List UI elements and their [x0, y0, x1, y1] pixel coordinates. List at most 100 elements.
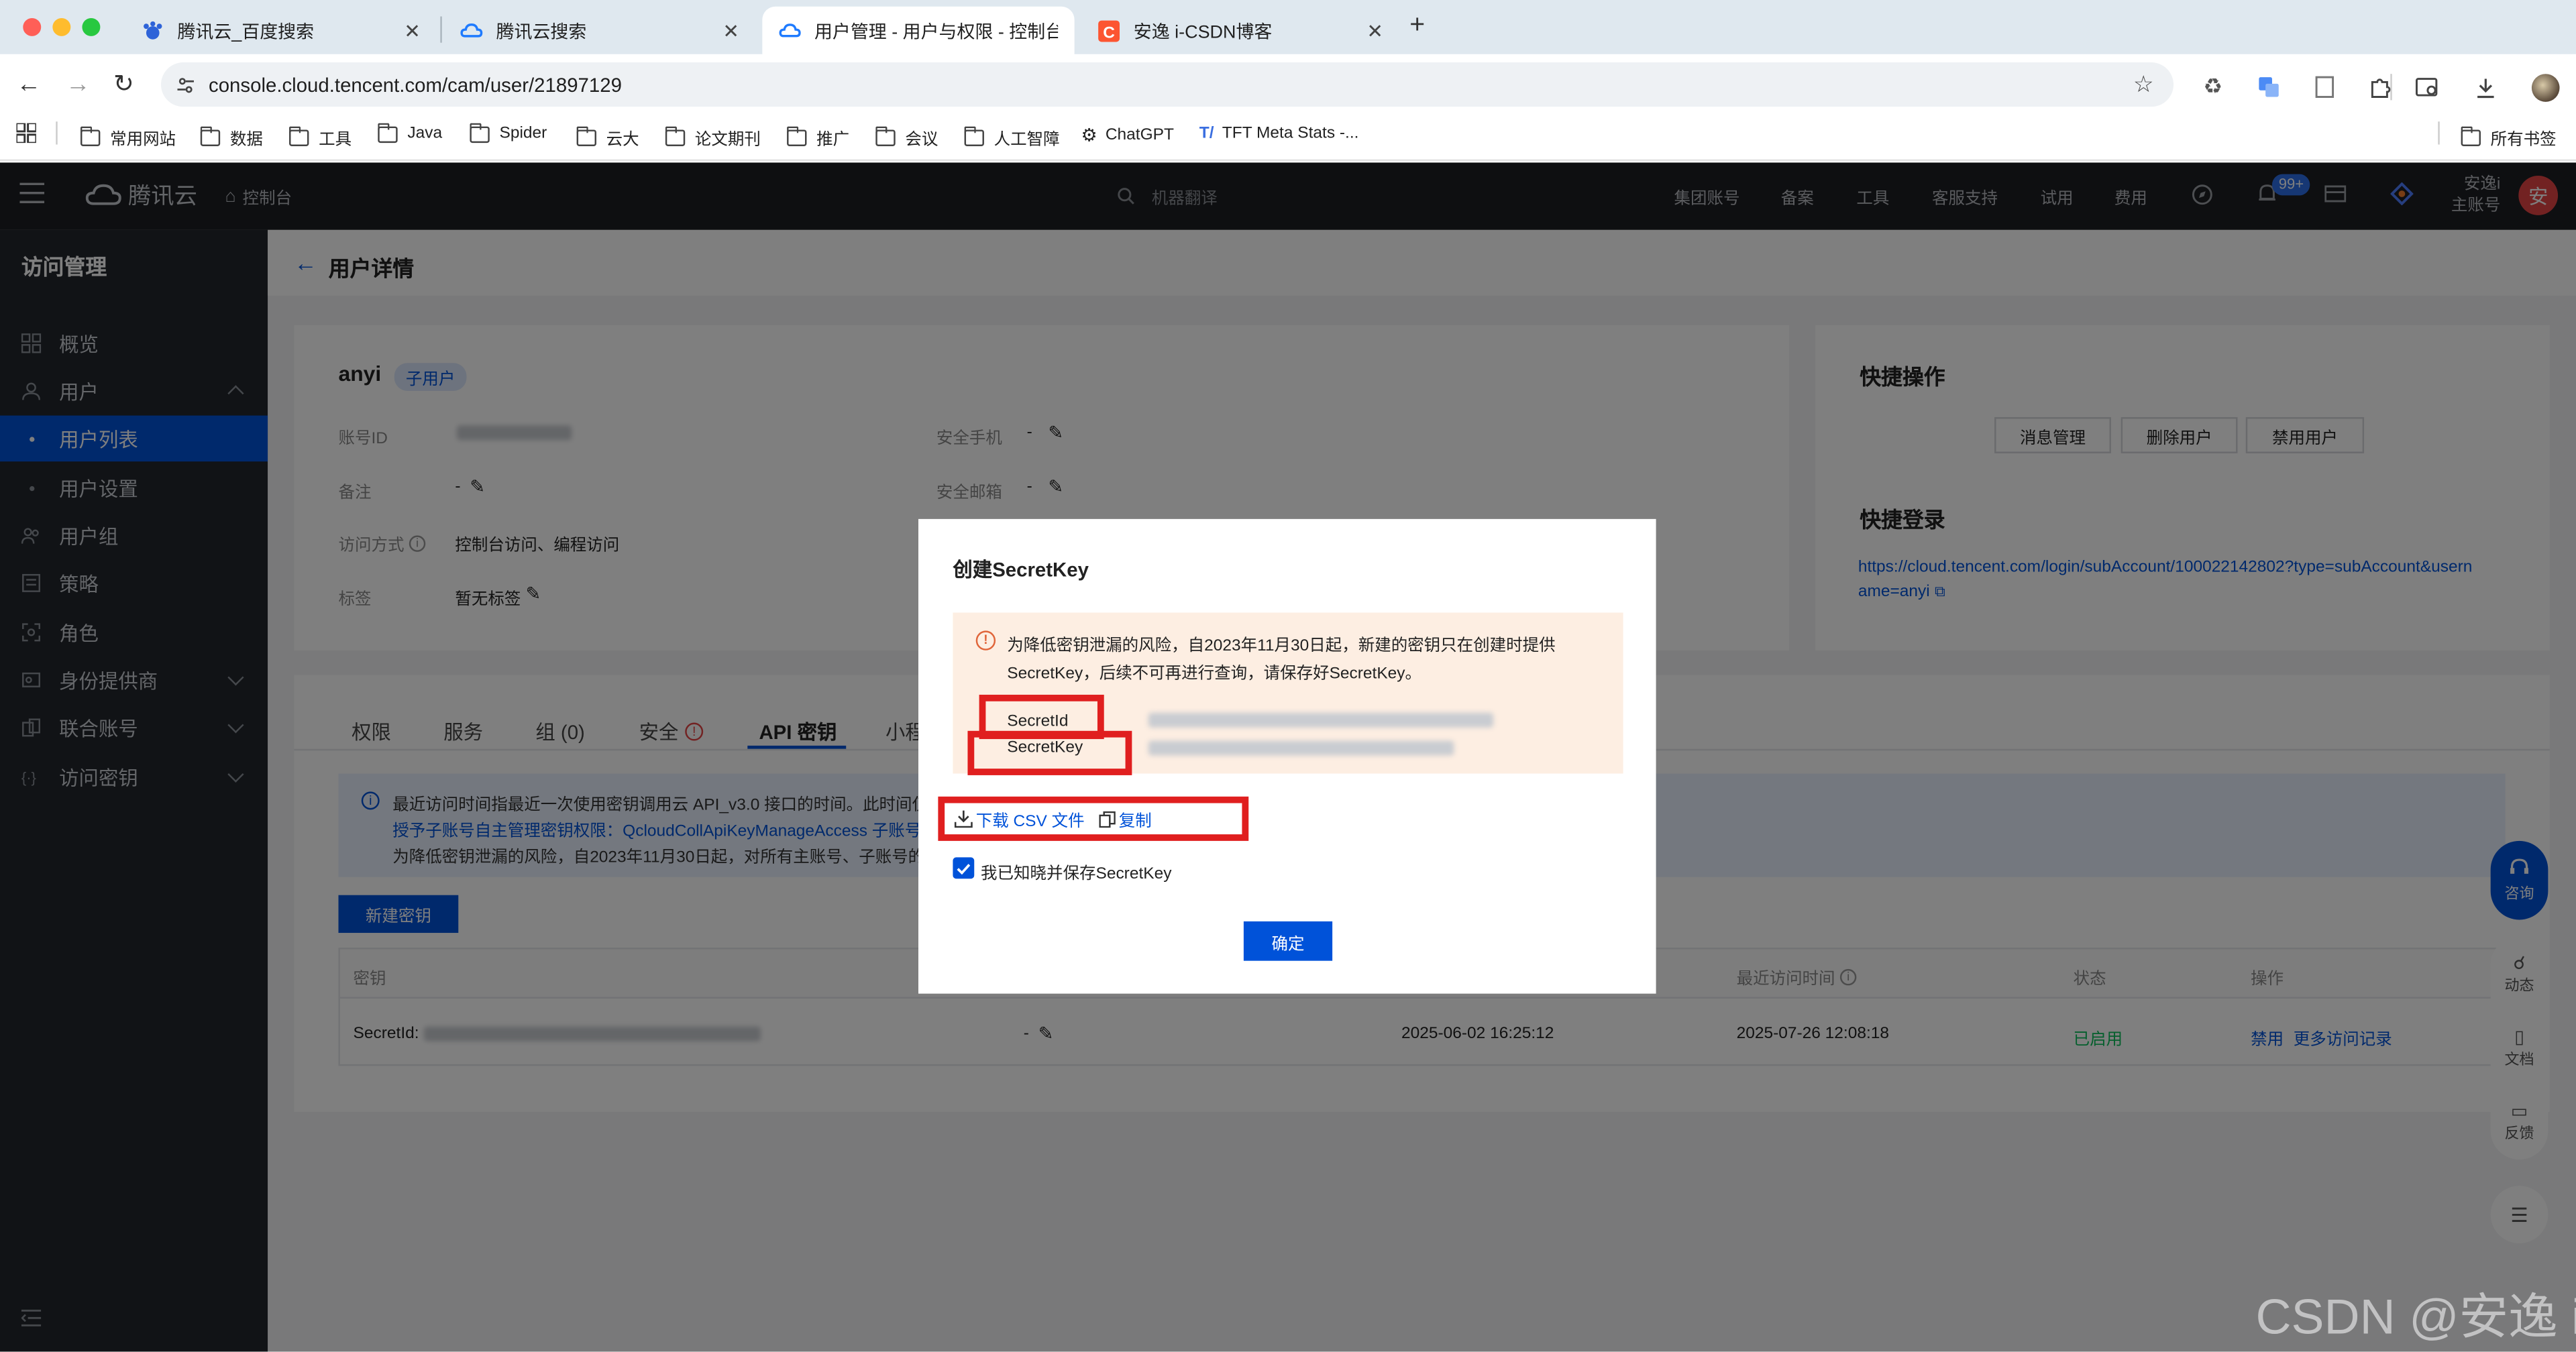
bookmark-label: TFT Meta Stats -... [1222, 125, 1359, 144]
secret-id-label: SecretId [1007, 712, 1069, 731]
extension-icons: ♻ [2195, 69, 2399, 105]
translate-icon[interactable] [2251, 69, 2287, 105]
chatgpt-icon: ⚙ [1081, 126, 1097, 146]
bookmark-label: 所有书签 [2490, 131, 2557, 150]
bookmark-folder[interactable]: Java [377, 122, 443, 144]
download-csv-label: 下载 CSV 文件 [975, 813, 1085, 832]
bookmark-label: 人工智障 [994, 131, 1060, 150]
tencent-cloud-icon [779, 23, 801, 37]
bookmark-folder[interactable]: 会议 [875, 125, 938, 150]
folder-icon [576, 125, 596, 146]
tab-title: 腾讯云_百度搜索 [177, 22, 315, 42]
bookmark-folder[interactable]: 常用网站 [80, 125, 176, 150]
reader-icon[interactable] [2306, 69, 2343, 105]
browser-tab[interactable]: 腾讯云_百度搜索 ✕ [125, 7, 437, 54]
folder-icon [875, 125, 896, 146]
reload-icon[interactable]: ↻ [113, 69, 134, 99]
bookmark-folder[interactable]: 工具 [288, 125, 352, 150]
bookmark-label: 论文期刊 [694, 131, 761, 150]
baidu-icon [144, 20, 162, 39]
bookmark-folder[interactable]: 推广 [786, 125, 850, 150]
bookmark-label: Java [407, 125, 443, 144]
bookmark-link[interactable]: T/TFT Meta Stats -... [1199, 125, 1359, 143]
browser-tab-bar: 腾讯云_百度搜索 ✕ 腾讯云搜索 ✕ 用户管理 - 用户与权限 - 控制台 C … [0, 0, 2576, 54]
tencent-cloud-icon [460, 22, 483, 37]
recycle-extension-icon[interactable]: ♻ [2195, 69, 2231, 105]
bookmark-divider [2438, 121, 2440, 145]
folder-icon [288, 125, 309, 146]
bookmark-label: 会议 [905, 131, 938, 150]
close-tab-icon[interactable]: ✕ [722, 19, 739, 42]
bookmark-label: 数据 [229, 131, 263, 150]
download-icon[interactable] [2467, 69, 2504, 105]
all-bookmarks-folder[interactable]: 所有书签 [2460, 125, 2557, 150]
browser-tab[interactable]: C 安逸 i-CSDN博客 ✕ [1081, 7, 1399, 54]
bookmark-label: Spider [499, 125, 547, 144]
checkmark-icon [957, 862, 971, 875]
csdn-watermark: CSDN @安逸 i [2255, 1290, 2576, 1345]
close-window-button[interactable] [23, 17, 42, 36]
bookmark-label: 常用网站 [110, 131, 176, 150]
bookmark-label: ChatGPT [1105, 126, 1174, 145]
copy-link[interactable]: 复制 [1099, 806, 1152, 832]
acknowledge-label[interactable]: 我已知晓并保存SecretKey [981, 859, 1171, 884]
copy-label: 复制 [1118, 813, 1152, 832]
confirm-button[interactable]: 确定 [1243, 921, 1333, 961]
close-tab-icon[interactable]: ✕ [1366, 19, 1383, 42]
folder-icon [665, 125, 686, 146]
secret-key-value-redacted [1148, 740, 1454, 756]
apps-grid-icon[interactable] [16, 123, 36, 144]
bookmark-folder[interactable]: 人工智障 [963, 125, 1060, 150]
bookmark-folder[interactable]: Spider [469, 122, 547, 144]
tab-search-icon[interactable] [2408, 69, 2445, 105]
folder-icon [2460, 125, 2481, 146]
copy-icon [1099, 810, 1116, 828]
address-bar[interactable]: console.cloud.tencent.com/cam/user/21897… [161, 62, 2174, 107]
bookmark-star-icon[interactable]: ☆ [2133, 70, 2154, 99]
dialog-title: 创建SecretKey [953, 558, 1089, 581]
close-tab-icon[interactable]: ✕ [404, 19, 421, 42]
back-icon[interactable]: ← [16, 70, 41, 99]
window-controls [23, 17, 101, 36]
new-tab-icon[interactable]: + [1409, 11, 1425, 41]
profile-avatar[interactable] [2527, 69, 2563, 105]
url-text: console.cloud.tencent.com/cam/user/21897… [209, 72, 622, 97]
bookmark-folder[interactable]: 云大 [576, 125, 639, 150]
toolbar-right: ⋮ [2408, 69, 2576, 105]
tab-title: 腾讯云搜索 [496, 22, 587, 42]
bookmark-folder[interactable]: 数据 [200, 125, 263, 150]
browser-tab-active[interactable]: 用户管理 - 用户与权限 - 控制台 [762, 6, 1075, 54]
bookmark-link[interactable]: ⚙ ChatGPT [1081, 125, 1174, 146]
csdn-icon: C [1098, 19, 1120, 42]
folder-icon [469, 122, 490, 142]
folder-icon [377, 122, 398, 142]
svg-text:C: C [1103, 23, 1115, 41]
bookmark-folder[interactable]: 论文期刊 [665, 125, 761, 150]
bookmark-label: 推广 [816, 131, 850, 150]
tab-title: 安逸 i-CSDN博客 [1133, 22, 1273, 42]
tft-icon: T/ [1199, 125, 1214, 144]
folder-icon [963, 125, 984, 146]
minimize-window-button[interactable] [52, 17, 71, 36]
warning-text-line1: 为降低密钥泄漏的风险，自2023年11月30日起，新建的密钥只在创建时提供 [1007, 637, 1556, 656]
maximize-window-button[interactable] [82, 17, 101, 36]
toolbar-divider [2390, 74, 2392, 101]
folder-icon [80, 125, 101, 146]
bookmark-label: 云大 [606, 131, 639, 150]
bookmark-label: 工具 [319, 131, 352, 150]
extensions-puzzle-icon[interactable] [2363, 69, 2399, 105]
download-icon [954, 810, 973, 828]
bookmark-divider [56, 121, 58, 145]
forward-icon[interactable]: → [66, 70, 91, 99]
folder-icon [786, 125, 807, 146]
secret-key-label: SecretKey [1007, 739, 1083, 757]
site-info-icon[interactable] [176, 74, 195, 94]
tab-divider [440, 16, 442, 43]
warning-text-line2: SecretKey，后续不可再进行查询，请保存好SecretKey。 [1007, 665, 1422, 683]
warning-icon: ! [975, 630, 996, 651]
folder-icon [200, 125, 221, 146]
secret-id-value-redacted [1148, 712, 1494, 728]
download-csv-link[interactable]: 下载 CSV 文件 [954, 806, 1085, 832]
browser-tab[interactable]: 腾讯云搜索 ✕ [443, 7, 755, 54]
acknowledge-checkbox[interactable] [953, 857, 975, 879]
